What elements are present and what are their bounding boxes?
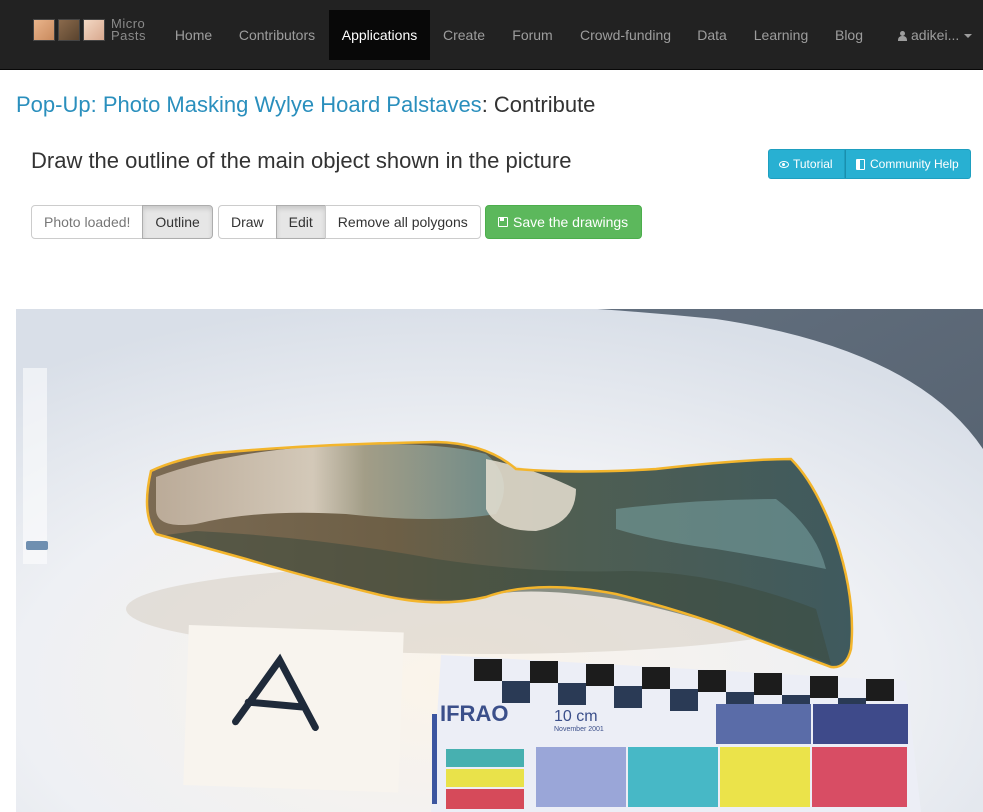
page-title: Pop-Up: Photo Masking Wylye Hoard Palsta… — [16, 92, 595, 118]
nav-create[interactable]: Create — [435, 10, 493, 60]
user-menu[interactable]: adikei... — [898, 10, 973, 60]
logo-face-3 — [83, 19, 105, 41]
scale-length-text: 10 cm — [554, 708, 598, 725]
community-help-label: Community Help — [870, 157, 959, 171]
remove-polygons-button[interactable]: Remove all polygons — [324, 205, 481, 239]
draw-toolbar: Draw Edit Remove all polygons — [218, 205, 481, 239]
eye-icon — [779, 160, 789, 168]
brand-logo[interactable]: Micro Pasts — [33, 17, 149, 43]
community-help-button[interactable]: Community Help — [845, 149, 971, 179]
book-icon — [856, 158, 865, 170]
nav-crowd-funding[interactable]: Crowd-funding — [572, 10, 679, 60]
save-label: Save the drawings — [513, 214, 629, 230]
nav-forum[interactable]: Forum — [503, 10, 562, 60]
tutorial-label: Tutorial — [793, 157, 833, 171]
nav-learning[interactable]: Learning — [746, 10, 816, 60]
user-name: adikei... — [911, 27, 960, 43]
user-icon — [898, 31, 907, 41]
nav-applications[interactable]: Applications — [329, 10, 430, 60]
brand-text: Micro Pasts — [111, 16, 147, 43]
logo-face-1 — [33, 19, 55, 41]
floppy-disk-icon — [498, 217, 508, 227]
nav-data[interactable]: Data — [688, 10, 736, 60]
nav-home[interactable]: Home — [165, 10, 222, 60]
outline-button[interactable]: Outline — [142, 205, 213, 239]
draw-button[interactable]: Draw — [218, 205, 277, 239]
task-question: Draw the outline of the main object show… — [31, 148, 572, 173]
caret-down-icon — [964, 34, 973, 38]
scale-brand-text: IFRAO — [440, 701, 508, 726]
logo-face-2 — [58, 19, 80, 41]
photo-status: Photo loaded! — [31, 205, 144, 239]
photo-canvas[interactable]: IFRAO 10 cm November 2001 A — [16, 309, 983, 812]
nav-blog[interactable]: Blog — [826, 10, 872, 60]
help-button-group: Tutorial Community Help — [768, 149, 971, 179]
nav-contributors[interactable]: Contributors — [228, 10, 326, 60]
tutorial-button[interactable]: Tutorial — [768, 149, 845, 179]
photo-toolbar: Photo loaded! Outline — [31, 205, 213, 239]
scale-date-text: November 2001 — [554, 726, 604, 733]
zoom-slider-track[interactable] — [23, 368, 47, 564]
save-drawings-button[interactable]: Save the drawings — [485, 205, 642, 239]
navbar: Micro Pasts Home Contributors Applicatio… — [0, 0, 983, 70]
zoom-slider-handle[interactable] — [26, 541, 48, 550]
project-link[interactable]: Pop-Up: Photo Masking Wylye Hoard Palsta… — [16, 92, 482, 117]
ifrao-scale: IFRAO 10 cm November 2001 — [431, 655, 921, 812]
title-suffix: : Contribute — [481, 92, 596, 117]
edit-button[interactable]: Edit — [275, 205, 326, 239]
